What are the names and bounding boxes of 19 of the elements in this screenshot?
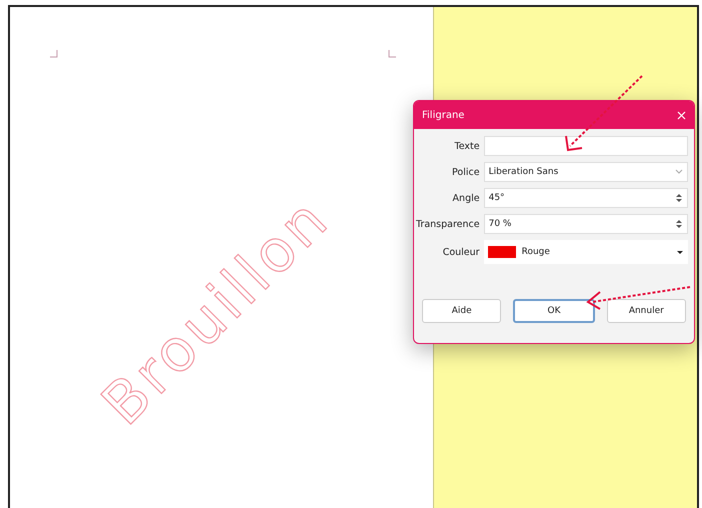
field-label: Angle bbox=[452, 192, 480, 204]
dialog-button[interactable]: Annuler bbox=[606, 299, 686, 323]
dialog-title: Filigrane bbox=[422, 110, 464, 120]
color-dropdown[interactable]: Rouge bbox=[484, 240, 688, 264]
field-label: Couleur bbox=[442, 246, 480, 258]
font-dropdown[interactable]: Liberation Sans bbox=[484, 162, 688, 182]
corner-mark-icon bbox=[50, 50, 58, 58]
field-label: Police bbox=[451, 166, 480, 178]
spin-field[interactable]: 45° bbox=[484, 188, 688, 208]
text-field[interactable] bbox=[484, 136, 688, 156]
dialog-button[interactable]: Aide bbox=[422, 299, 502, 323]
dialog-button[interactable]: OK bbox=[513, 299, 595, 323]
corner-mark-icon bbox=[388, 50, 396, 58]
spin-arrows-icon bbox=[675, 193, 683, 203]
field-label: Transparence bbox=[416, 218, 480, 230]
field-label: Texte bbox=[454, 140, 480, 152]
spin-arrows-icon bbox=[675, 219, 683, 229]
close-icon[interactable] bbox=[677, 110, 686, 120]
spin-field[interactable]: 70 % bbox=[484, 214, 688, 234]
